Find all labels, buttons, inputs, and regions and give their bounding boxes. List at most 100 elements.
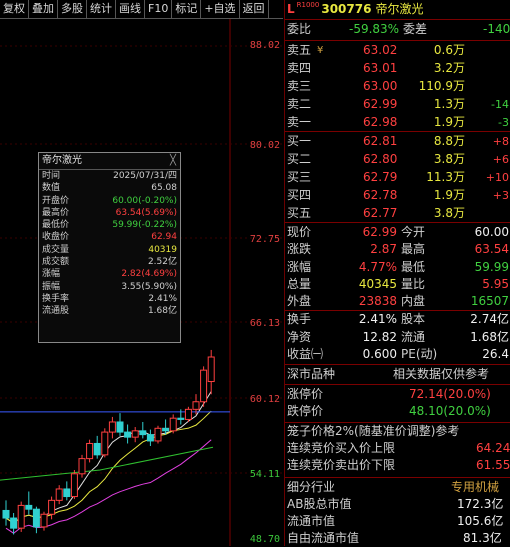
tooltip-value: 2.52亿 — [147, 257, 177, 268]
toolbar-button-2[interactable]: 多股 — [58, 0, 87, 18]
stat-value: 0.600 — [362, 347, 397, 361]
tooltip-value: 62.94 — [151, 232, 177, 243]
candle-body — [108, 421, 116, 433]
close-icon[interactable]: ╳ — [170, 153, 176, 169]
stat-row: 总量 40345 量比 5.95 — [287, 276, 509, 293]
level-label: 买三 — [287, 170, 312, 184]
tooltip-key: 换手率 — [42, 293, 70, 304]
stat-value: 59.99 — [474, 259, 509, 274]
tooltip-key: 数值 — [42, 183, 61, 194]
cage-buy-value: 64.24 — [476, 441, 510, 455]
asks-level-2[interactable]: 卖四 63.01 3.2万 — [287, 60, 509, 77]
level-label: 买四 — [287, 188, 312, 202]
level-marker: ¥ — [317, 45, 324, 56]
ab-mktcap-value: 172.3亿 — [457, 497, 504, 511]
chart-toolbar: 复权 叠加 多股 统计 画线 F10 标记 +自选 返回 — [0, 0, 283, 19]
level-volume: 1.9万 — [433, 115, 465, 129]
weicha-label: 委差 — [403, 22, 428, 36]
toolbar-button-7[interactable]: +自选 — [201, 0, 240, 18]
tab-reference[interactable]: 相关数据仅供参考 — [393, 366, 489, 383]
tooltip-key: 最高价 — [42, 207, 70, 218]
price-axis-label: 54.11 — [249, 469, 280, 480]
float-mktcap-value: 105.6亿 — [457, 514, 504, 528]
toolbar-button-6[interactable]: 标记 — [172, 0, 202, 18]
stat-label: 内盘 — [401, 294, 426, 309]
industry-value: 专用机械 — [451, 480, 500, 494]
level-change: +10 — [485, 171, 509, 184]
asks-level-3[interactable]: 卖三 63.00 110.9万 — [287, 78, 509, 95]
stat-label: PE(动) — [401, 347, 438, 361]
stat-row: 现价 62.99 今开 60.00 — [287, 224, 509, 241]
candle-body — [162, 427, 170, 432]
stat-row: 外盘 23838 内盘 16507 — [287, 293, 509, 310]
candle-body — [86, 442, 94, 460]
stock-code: 300776 — [321, 2, 372, 16]
level-price: 62.99 — [363, 97, 398, 111]
bids-level-4[interactable]: 买四 62.78 1.9万 +3 — [287, 187, 509, 204]
stat-value: 4.77% — [358, 259, 397, 274]
toolbar-button-0[interactable]: 复权 — [0, 0, 29, 18]
stat-label: 最高 — [401, 242, 426, 257]
price-axis-label: 48.70 — [249, 534, 280, 545]
candle-body — [124, 431, 132, 438]
tooltip-row: 换手率 2.41% — [39, 293, 180, 305]
level-change: +6 — [492, 153, 509, 166]
cage-sell-row: 连续竞价卖出价下限 61.55 — [287, 457, 510, 474]
bids-level-5[interactable]: 买五 62.77 3.8万 — [287, 205, 509, 222]
level-volume: 1.3万 — [433, 97, 465, 111]
tooltip-value: 2.82(4.69%) — [121, 269, 177, 280]
tooltip-value: 63.54(5.69%) — [115, 207, 177, 218]
cage-title-text: 笼子价格2%(随基准价调整)参考 — [287, 424, 460, 438]
level-volume: 3.8万 — [433, 206, 465, 220]
tooltip-row: 开盘价 60.00(-0.20%) — [39, 195, 180, 207]
candle-body — [154, 427, 162, 442]
industry-label: 细分行业 — [287, 480, 336, 494]
asks-level-5[interactable]: 卖一 62.98 1.9万 -3 — [287, 114, 509, 131]
bids-level-3[interactable]: 买三 62.79 11.3万 +10 — [287, 169, 509, 186]
toolbar-button-8[interactable]: 返回 — [240, 0, 269, 18]
tooltip-stock-name: 帝尔激光 — [42, 155, 82, 166]
tooltip-value: 2025/07/31/四 — [113, 171, 177, 181]
candle-body — [192, 401, 200, 410]
level-change: +8 — [492, 135, 509, 148]
tooltip-key: 振幅 — [42, 281, 61, 292]
tooltip-value: 2.41% — [148, 293, 177, 304]
tooltip-key: 收盘价 — [42, 232, 70, 243]
level-price: 63.02 — [363, 43, 398, 57]
level-badge: L — [287, 2, 295, 16]
candle-body — [40, 513, 48, 528]
level-label: 卖五 — [287, 43, 312, 57]
tooltip-row: 成交量 40319 — [39, 244, 180, 256]
bids-level-1[interactable]: 买一 62.81 8.8万 +8 — [287, 133, 509, 150]
tooltip-key: 成交量 — [42, 244, 70, 255]
asks-level-1[interactable]: 卖五 ¥63.02 0.6万 — [287, 42, 509, 59]
kline-chart[interactable]: 88.02 80.02 72.75 66.13 60.12 54.11 48.70 帝尔激光… — [0, 19, 283, 546]
tooltip-value: 1.68亿 — [147, 306, 177, 317]
limit-down-label: 跌停价 — [287, 404, 324, 418]
price-axis-label: 66.13 — [249, 318, 280, 329]
toolbar-button-5[interactable]: F10 — [145, 0, 173, 18]
stat-value: 40345 — [358, 276, 397, 291]
stat-row: 换手 2.41% 股本 2.74亿 — [287, 311, 509, 328]
stat-value: 5.95 — [482, 276, 509, 291]
tooltip-row: 涨幅 2.82(4.69%) — [39, 268, 180, 280]
toolbar-button-1[interactable]: 叠加 — [29, 0, 58, 18]
candle-body — [169, 417, 177, 432]
stat-value: 2.74亿 — [470, 312, 509, 326]
tab-market[interactable]: 深市品种 — [287, 367, 335, 381]
industry-row: 细分行业 专用机械 — [287, 479, 499, 496]
asks-level-4[interactable]: 卖二 62.99 1.3万 -14 — [287, 96, 509, 113]
candle-body — [10, 517, 18, 529]
level-change: -14 — [491, 98, 509, 111]
tooltip-value: 65.08 — [151, 183, 177, 194]
toolbar-button-4[interactable]: 画线 — [116, 0, 145, 18]
cage-buy-label: 连续竞价买入价上限 — [287, 441, 396, 455]
limit-up-label: 涨停价 — [287, 387, 324, 401]
toolbar-button-3[interactable]: 统计 — [87, 0, 116, 18]
candle-body — [63, 488, 71, 498]
stat-value: 12.82 — [362, 329, 397, 344]
bids-level-2[interactable]: 买二 62.80 3.8万 +6 — [287, 151, 509, 168]
stat-label: 收益㈠ — [287, 347, 324, 361]
stock-name: 帝尔激光 — [375, 2, 424, 16]
stat-value: 2.41% — [358, 312, 397, 326]
